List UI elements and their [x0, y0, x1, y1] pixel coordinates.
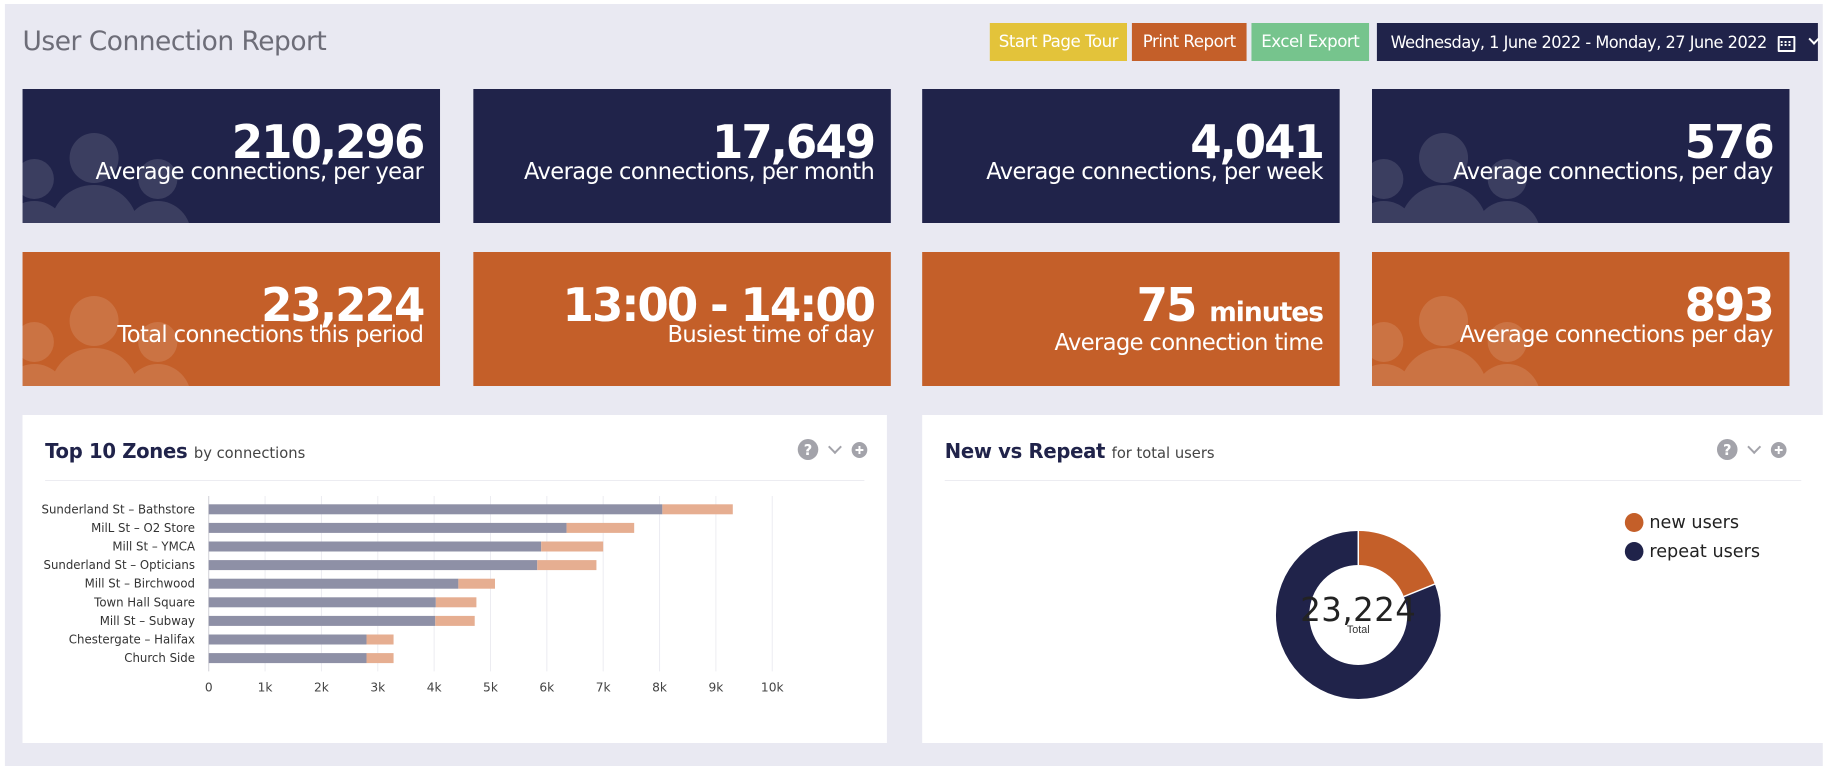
- help-icon[interactable]: ?: [1716, 439, 1738, 460]
- help-icon[interactable]: ?: [797, 439, 819, 460]
- bar-segment[interactable]: [566, 522, 635, 533]
- panel-title: New vs Repeat for total users: [944, 439, 1215, 463]
- stat-card-avg-connection-time: 75 minutes Average connection time: [922, 252, 1340, 386]
- bar-segment[interactable]: [208, 541, 542, 552]
- expand-plus-icon[interactable]: [1770, 441, 1787, 458]
- dashboard: User Connection Report Start Page Tour P…: [0, 0, 1823, 766]
- legend-dot: [1624, 513, 1644, 532]
- donut-chart: 23,224 Total: [1255, 510, 1461, 720]
- legend-dot: [1624, 542, 1644, 561]
- stat-card-avg-week: 4,041 Average connections, per week: [922, 89, 1340, 223]
- x-tick-label: 8k: [652, 680, 668, 694]
- category-label: Church Side: [124, 651, 195, 665]
- stat-label: Average connection time: [1054, 330, 1324, 356]
- category-label: Mill St – YMCA: [112, 539, 196, 553]
- print-report-button[interactable]: Print Report: [1131, 23, 1247, 61]
- bar-segment[interactable]: [541, 541, 604, 552]
- panel-subtitle: by connections: [193, 444, 306, 462]
- calendar-icon: [1777, 34, 1796, 52]
- bar-segment[interactable]: [366, 653, 394, 664]
- panel-divider: [45, 480, 865, 481]
- bar-segment[interactable]: [537, 560, 597, 571]
- page-title: User Connection Report: [22, 26, 327, 57]
- start-tour-button[interactable]: Start Page Tour: [989, 23, 1127, 61]
- x-tick-label: 3k: [370, 680, 386, 694]
- stat-card-busiest-time: 13:00 - 14:00 Busiest time of day: [473, 252, 891, 386]
- legend-label: new users: [1649, 512, 1740, 533]
- bar-segment[interactable]: [366, 634, 394, 645]
- x-tick-label: 7k: [596, 680, 612, 694]
- bar-segment[interactable]: [458, 578, 495, 589]
- stat-label: Average connections, per year: [95, 159, 424, 185]
- chevron-down-icon: [1808, 33, 1820, 45]
- bar-segment[interactable]: [208, 504, 663, 515]
- stat-label: Average connections, per day: [1453, 159, 1773, 185]
- category-label: Mill St – Birchwood: [85, 577, 195, 591]
- date-range-picker[interactable]: Wednesday, 1 June 2022 - Monday, 27 June…: [1376, 23, 1820, 61]
- top-zones-panel: Top 10 Zones by connections ? 0 1k 2k 3k 4k 5…: [22, 415, 887, 743]
- bar-segment[interactable]: [662, 504, 733, 515]
- category-label: Mill St – Subway: [100, 614, 195, 628]
- category-label: Sunderland St – Opticians: [43, 558, 195, 572]
- panel-subtitle: for total users: [1111, 444, 1215, 462]
- stat-card-avg-month: 17,649 Average connections, per month: [473, 89, 891, 223]
- canvas: User Connection Report Start Page Tour P…: [0, 0, 1823, 766]
- donut-center: 23,224 Total: [1255, 510, 1461, 720]
- x-tick-label: 0: [205, 680, 213, 694]
- category-label: Chestergate – Halifax: [69, 632, 195, 646]
- bar-segment[interactable]: [208, 522, 567, 533]
- x-tick-label: 5k: [483, 680, 499, 694]
- collapse-chevron-icon[interactable]: [828, 439, 842, 454]
- donut-total-label: Total: [1346, 624, 1370, 636]
- bar-segment[interactable]: [435, 597, 477, 608]
- legend-label: repeat users: [1649, 541, 1761, 562]
- stat-card-avg-day: 576 Average connections, per day: [1372, 89, 1790, 223]
- stat-value: 75: [1136, 278, 1198, 332]
- donut-legend: new users repeat users: [1624, 508, 1761, 566]
- collapse-chevron-icon[interactable]: [1747, 439, 1762, 454]
- category-label: Sunderland St – Bathstore: [42, 502, 195, 516]
- x-tick-label: 4k: [427, 680, 443, 694]
- date-range-text: Wednesday, 1 June 2022 - Monday, 27 June…: [1390, 32, 1768, 52]
- bar-segment[interactable]: [208, 597, 436, 608]
- bar-segment[interactable]: [435, 615, 475, 626]
- category-label: MilL St – O2 Store: [91, 521, 195, 535]
- panel-tools: ?: [797, 439, 868, 460]
- bar-segment[interactable]: [208, 615, 436, 626]
- bar-segment[interactable]: [208, 653, 367, 664]
- legend-item[interactable]: repeat users: [1624, 537, 1761, 566]
- panel-title: Top 10 Zones by connections: [45, 439, 306, 463]
- expand-plus-icon[interactable]: [851, 441, 868, 458]
- x-tick-label: 6k: [539, 680, 555, 694]
- bar-segment[interactable]: [208, 578, 459, 589]
- stat-label: Average connections per day: [1459, 322, 1774, 348]
- top-zones-bar-chart: 0 1k 2k 3k 4k 5k 6k 7k 8k 9k 10k Sunderland St – Ba…: [42, 496, 784, 694]
- legend-item[interactable]: new users: [1624, 508, 1760, 537]
- panel-divider: [944, 480, 1802, 481]
- stat-label: Average connections, per week: [986, 159, 1323, 185]
- stat-unit: minutes: [1209, 297, 1324, 328]
- stat-card-avg-year: 210,296 Average connections, per year: [22, 89, 441, 223]
- x-tick-label: 2k: [314, 680, 330, 694]
- stat-card-avg-per-day: 893 Average connections per day: [1372, 252, 1790, 386]
- x-tick-label: 10k: [761, 680, 784, 694]
- stat-value-with-unit: 75 minutes: [1136, 278, 1324, 332]
- x-tick-label: 9k: [708, 680, 724, 694]
- category-label: Town Hall Square: [93, 595, 195, 609]
- panel-tools: ?: [1716, 439, 1787, 460]
- stat-label: Busiest time of day: [667, 322, 875, 348]
- bar-segment[interactable]: [208, 560, 538, 571]
- x-tick-label: 1k: [258, 680, 274, 694]
- stat-label: Average connections, per month: [524, 159, 875, 185]
- stat-label: Total connections this period: [117, 322, 424, 348]
- excel-export-button[interactable]: Excel Export: [1251, 23, 1370, 61]
- bar-segment[interactable]: [208, 634, 367, 645]
- new-vs-repeat-panel: New vs Repeat for total users ? 23,224 T…: [922, 415, 1823, 743]
- stat-card-total-connections: 23,224 Total connections this period: [22, 252, 441, 386]
